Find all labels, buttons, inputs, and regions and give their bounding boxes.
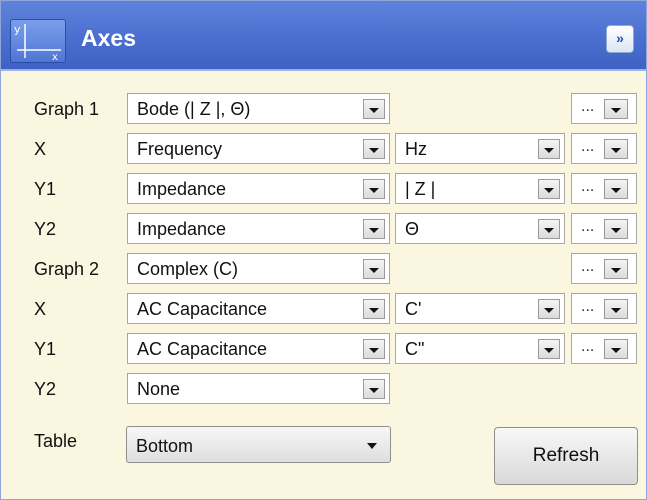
panel-title: Axes	[81, 25, 136, 51]
graph-1-x-unit-value: Hz	[405, 139, 427, 159]
panel-header: y x Axes »	[1, 1, 646, 71]
table-position-value: Bottom	[136, 436, 194, 456]
dropdown-arrow-icon[interactable]	[604, 139, 628, 159]
graph-2-y1-unit-select[interactable]: C"	[395, 333, 565, 364]
graph-1-y1-select[interactable]: Impedance	[127, 173, 390, 204]
table-position-select[interactable]: Bottom	[126, 426, 391, 463]
ellipsis-icon: ...	[581, 298, 595, 315]
table-label: Table	[34, 431, 78, 451]
graph-1-y1-value: Impedance	[137, 179, 227, 199]
graph-1-type-select[interactable]: Bode (| Z |, Θ)	[127, 93, 390, 124]
axes-panel: y x Axes » Graph 1 Bode (| Z |, Θ) ... X…	[0, 0, 647, 500]
dropdown-arrow-icon[interactable]	[538, 299, 560, 319]
row-label-graph-2: Graph 2	[34, 259, 100, 279]
row-label-x: X	[34, 299, 47, 319]
graph-2-x-more-button[interactable]: ...	[571, 293, 637, 324]
dropdown-arrow-icon[interactable]	[604, 219, 628, 239]
graph-1-more-button[interactable]: ...	[571, 93, 637, 124]
ellipsis-icon: ...	[581, 258, 595, 275]
graph-1-y2-more-button[interactable]: ...	[571, 213, 637, 244]
dropdown-arrow-icon[interactable]	[538, 139, 560, 159]
dropdown-arrow-icon[interactable]	[604, 339, 628, 359]
ellipsis-icon: ...	[581, 338, 595, 355]
dropdown-arrow-icon[interactable]	[604, 299, 628, 319]
dropdown-arrow-icon[interactable]	[538, 339, 560, 359]
graph-2-y1-select[interactable]: AC Capacitance	[127, 333, 390, 364]
double-chevron-up-icon[interactable]: »	[606, 25, 634, 53]
svg-text:x: x	[52, 52, 58, 62]
graph-1-y2-unit-select[interactable]: Θ	[395, 213, 565, 244]
ellipsis-icon: ...	[581, 178, 595, 195]
graph-2-y2-select[interactable]: None	[127, 373, 390, 404]
row-label-y2: Y2	[34, 379, 57, 399]
dropdown-arrow-icon[interactable]	[363, 179, 385, 199]
graph-1-y1-unit-select[interactable]: | Z |	[395, 173, 565, 204]
dropdown-arrow-icon[interactable]	[363, 99, 385, 119]
graph-1-y2-value: Impedance	[137, 219, 227, 239]
refresh-button[interactable]: Refresh	[494, 427, 638, 485]
graph-1-x-unit-select[interactable]: Hz	[395, 133, 565, 164]
graph-1-y2-select[interactable]: Impedance	[127, 213, 390, 244]
dropdown-arrow-icon[interactable]	[363, 379, 385, 399]
ellipsis-icon: ...	[581, 218, 595, 235]
graph-1-x-value: Frequency	[137, 139, 223, 159]
ellipsis-icon: ...	[581, 98, 595, 115]
graph-2-type-select[interactable]: Complex (C)	[127, 253, 390, 284]
graph-1-y1-more-button[interactable]: ...	[571, 173, 637, 204]
row-label-y1: Y1	[34, 179, 57, 199]
graph-2-x-select[interactable]: AC Capacitance	[127, 293, 390, 324]
axes-icon: y x	[10, 19, 66, 63]
row-label-x: X	[34, 139, 47, 159]
graph-2-more-button[interactable]: ...	[571, 253, 637, 284]
dropdown-arrow-icon[interactable]	[538, 219, 560, 239]
graph-1-y2-unit-value: Θ	[405, 219, 420, 239]
dropdown-arrow-icon[interactable]	[363, 259, 385, 279]
dropdown-arrow-icon[interactable]	[604, 259, 628, 279]
chevron-down-icon	[367, 443, 377, 449]
row-label-y1: Y1	[34, 339, 57, 359]
graph-2-x-unit-value: C'	[405, 299, 422, 319]
dropdown-arrow-icon[interactable]	[363, 339, 385, 359]
graph-1-x-more-button[interactable]: ...	[571, 133, 637, 164]
graph-1-type-value: Bode (| Z |, Θ)	[137, 99, 251, 119]
svg-text:y: y	[14, 23, 21, 36]
graph-2-x-unit-select[interactable]: C'	[395, 293, 565, 324]
graph-2-y1-value: AC Capacitance	[137, 339, 268, 359]
dropdown-arrow-icon[interactable]	[604, 179, 628, 199]
dropdown-arrow-icon[interactable]	[363, 299, 385, 319]
dropdown-arrow-icon[interactable]	[363, 139, 385, 159]
ellipsis-icon: ...	[581, 138, 595, 155]
graph-2-y1-more-button[interactable]: ...	[571, 333, 637, 364]
row-label-graph-1: Graph 1	[34, 99, 100, 119]
dropdown-arrow-icon[interactable]	[363, 219, 385, 239]
graph-1-x-select[interactable]: Frequency	[127, 133, 390, 164]
graph-2-y1-unit-value: C"	[405, 339, 425, 359]
graph-2-y2-value: None	[137, 379, 181, 399]
row-label-y2: Y2	[34, 219, 57, 239]
graph-2-type-value: Complex (C)	[137, 259, 239, 279]
dropdown-arrow-icon[interactable]	[538, 179, 560, 199]
dropdown-arrow-icon[interactable]	[604, 99, 628, 119]
graph-2-x-value: AC Capacitance	[137, 299, 268, 319]
graph-1-y1-unit-value: | Z |	[405, 179, 436, 199]
